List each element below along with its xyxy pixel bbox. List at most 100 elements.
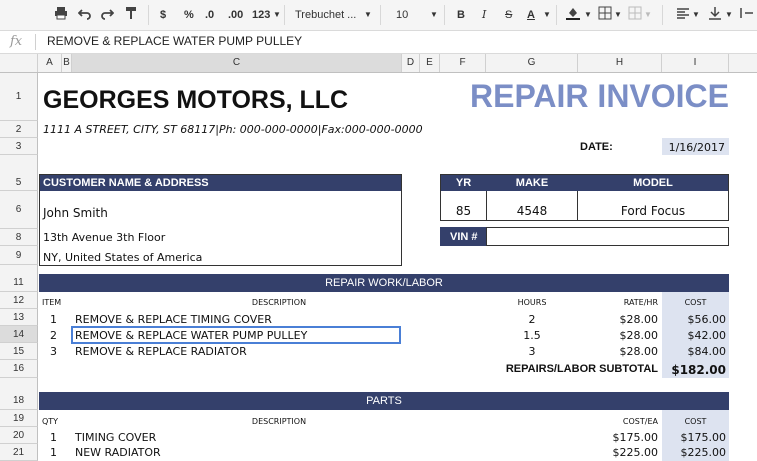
font-size-select[interactable]: 10: [396, 6, 408, 24]
labor-desc[interactable]: REMOVE & REPLACE WATER PUMP PULLEY: [75, 329, 307, 342]
labor-rate[interactable]: $28.00: [578, 313, 659, 326]
row-header[interactable]: 21: [0, 444, 38, 461]
labor-item: 1: [50, 313, 57, 326]
labor-hours[interactable]: 2: [486, 313, 578, 326]
column-header-g[interactable]: G: [486, 54, 578, 72]
labor-desc[interactable]: REMOVE & REPLACE TIMING COVER: [75, 313, 272, 326]
parts-qty[interactable]: 1: [50, 431, 57, 444]
column-header-b[interactable]: B: [62, 54, 72, 72]
paint-format-icon[interactable]: [124, 6, 138, 24]
parts-costea[interactable]: $225.00: [578, 446, 659, 459]
labor-rate[interactable]: $28.00: [578, 329, 659, 342]
column-header-bar: A B C D E F G H I: [0, 54, 757, 73]
customer-address-line2[interactable]: NY, United States of America: [43, 251, 202, 264]
vin-label: VIN #: [450, 231, 478, 243]
column-header-c[interactable]: C: [72, 54, 402, 72]
labor-desc[interactable]: REMOVE & REPLACE RADIATOR: [75, 345, 247, 358]
chevron-down-icon: ▼: [543, 10, 551, 19]
borders-icon[interactable]: [598, 6, 612, 24]
row-header[interactable]: 1: [0, 73, 38, 121]
vertical-align-icon[interactable]: [708, 6, 722, 24]
labor-subtotal-value: $182.00: [671, 363, 726, 377]
labor-item: 3: [50, 345, 57, 358]
labor-hours[interactable]: 3: [486, 345, 578, 358]
row-header[interactable]: 9: [0, 246, 38, 265]
row-header[interactable]: 12: [0, 292, 38, 309]
select-all-corner[interactable]: [0, 54, 38, 72]
customer-header: CUSTOMER NAME & ADDRESS: [43, 177, 209, 189]
row-header[interactable]: 11: [0, 274, 38, 292]
row-header[interactable]: 5: [0, 174, 38, 191]
row-header[interactable]: 3: [0, 138, 38, 155]
column-header-e[interactable]: E: [420, 54, 440, 72]
row-header[interactable]: 18: [0, 392, 38, 410]
redo-icon[interactable]: [100, 6, 115, 24]
chevron-down-icon: ▼: [725, 10, 733, 19]
company-address: 1111 A STREET, CITY, ST 68117|Ph: 000-00…: [43, 123, 423, 136]
labor-item-header: ITEM: [42, 298, 62, 307]
strikethrough-button[interactable]: S: [505, 6, 512, 24]
row-header[interactable]: 13: [0, 309, 38, 326]
decrease-decimal-button[interactable]: .0: [205, 6, 214, 24]
vin-input[interactable]: [486, 227, 729, 246]
font-select[interactable]: Trebuchet ...: [295, 6, 356, 24]
parts-costea[interactable]: $175.00: [578, 431, 659, 444]
chevron-down-icon: ▼: [364, 10, 372, 19]
bold-button[interactable]: B: [457, 6, 465, 24]
printer-icon[interactable]: [54, 6, 68, 24]
labor-cost-header: COST: [684, 298, 707, 307]
text-wrap-icon[interactable]: [740, 6, 754, 24]
column-header-i[interactable]: I: [662, 54, 729, 72]
row-header[interactable]: 15: [0, 343, 38, 360]
labor-hours[interactable]: 1.5: [486, 329, 578, 342]
labor-rate-header: RATE/HR: [623, 298, 658, 307]
align-left-icon[interactable]: [676, 6, 690, 24]
row-header[interactable]: 14: [0, 326, 38, 343]
currency-format-button[interactable]: $: [160, 6, 166, 24]
row-header[interactable]: 6: [0, 191, 38, 229]
row-header[interactable]: 2: [0, 121, 38, 138]
make-value[interactable]: 4548: [486, 204, 578, 218]
row-header[interactable]: 8: [0, 229, 38, 246]
italic-button[interactable]: I: [482, 6, 486, 24]
customer-address-line1[interactable]: 13th Avenue 3th Floor: [43, 231, 165, 244]
column-header-d[interactable]: D: [402, 54, 420, 72]
parts-cost: $225.00: [680, 446, 727, 459]
parts-cost-header: COST: [684, 417, 707, 426]
labor-desc-header: DESCRIPTION: [251, 298, 307, 307]
more-formats-button[interactable]: 123: [252, 6, 270, 24]
merge-cells-icon[interactable]: [628, 6, 642, 24]
column-header-a[interactable]: A: [38, 54, 62, 72]
labor-header: REPAIR WORK/LABOR: [325, 277, 443, 289]
undo-icon[interactable]: [77, 6, 92, 24]
yr-value[interactable]: 85: [441, 204, 486, 218]
column-header-f[interactable]: F: [440, 54, 486, 72]
increase-decimal-button[interactable]: .00: [228, 6, 243, 24]
invoice-title: REPAIR INVOICE: [470, 78, 729, 114]
text-color-button[interactable]: A: [527, 6, 535, 24]
row-header[interactable]: 20: [0, 427, 38, 444]
row-header[interactable]: 16: [0, 360, 38, 378]
chevron-down-icon: ▼: [273, 10, 281, 19]
fill-color-icon[interactable]: [566, 6, 580, 24]
labor-rate[interactable]: $28.00: [578, 345, 659, 358]
customer-name[interactable]: John Smith: [43, 206, 108, 220]
model-value[interactable]: Ford Focus: [578, 204, 728, 218]
chevron-down-icon: ▼: [614, 10, 622, 19]
percent-format-button[interactable]: %: [184, 6, 194, 24]
column-header-h[interactable]: H: [578, 54, 662, 72]
parts-qty[interactable]: 1: [50, 446, 57, 459]
date-label: DATE:: [580, 141, 613, 153]
labor-cost: $56.00: [687, 313, 727, 326]
row-header[interactable]: 19: [0, 410, 38, 427]
labor-cost: $42.00: [687, 329, 727, 342]
chevron-down-icon: ▼: [692, 10, 700, 19]
labor-cost: $84.00: [687, 345, 727, 358]
parts-desc[interactable]: NEW RADIATOR: [75, 446, 161, 459]
parts-qty-header: QTY: [42, 417, 59, 426]
formula-input[interactable]: REMOVE & REPLACE WATER PUMP PULLEY: [47, 34, 302, 48]
parts-cost: $175.00: [680, 431, 727, 444]
parts-desc[interactable]: TIMING COVER: [75, 431, 156, 444]
parts-desc-header: DESCRIPTION: [251, 417, 307, 426]
model-header: MODEL: [633, 177, 673, 189]
